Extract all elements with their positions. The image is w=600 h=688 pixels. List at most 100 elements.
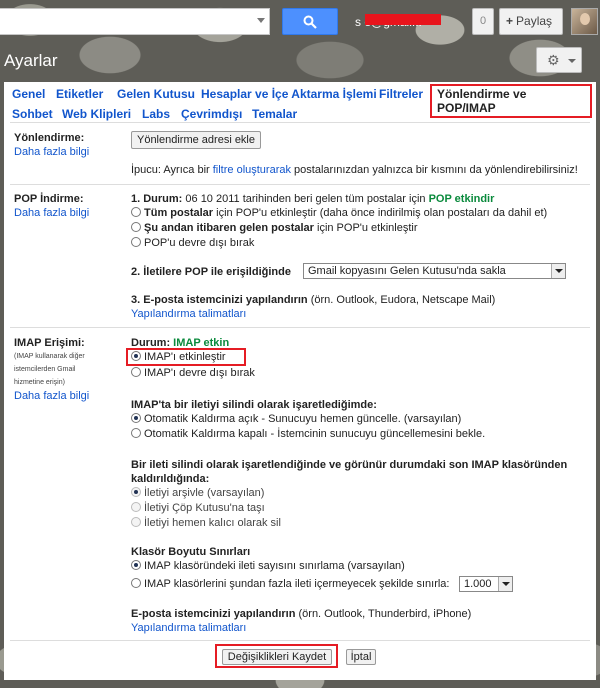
limit-label: IMAP klasörlerini şundan fazla ileti içe… (144, 578, 450, 590)
limit-select[interactable]: 1.000 (459, 576, 513, 592)
pop-status-prefix: 1. Durum: (131, 193, 183, 205)
page-title: Ayarlar (4, 51, 58, 70)
imap-delete-heading: IMAP'ta bir iletiyi silindi olarak işare… (131, 399, 377, 411)
settings-gear-button[interactable]: ⚙ (536, 47, 582, 73)
no-limit-option[interactable]: IMAP klasöründeki ileti sayısını sınırla… (131, 560, 405, 572)
delete-forever-option[interactable]: İletiyi hemen kalıcı olarak sil (131, 517, 281, 529)
auto-expunge-off-option[interactable]: Otomatik Kaldırma kapalı - İstemcinin su… (131, 428, 485, 440)
delete-forever-label: İletiyi hemen kalıcı olarak sil (144, 517, 281, 529)
auto-expunge-on-option[interactable]: Otomatik Kaldırma açık - Sunucuyu hemen … (131, 413, 461, 425)
radio-icon[interactable] (131, 560, 141, 570)
imap-enable-label: IMAP'ı etkinleştir (144, 351, 226, 363)
tab-labels[interactable]: Etiketler (56, 87, 103, 101)
tab-general[interactable]: Genel (12, 87, 45, 101)
trash-option[interactable]: İletiyi Çöp Kutusu'na taşı (131, 502, 265, 514)
tab-chat[interactable]: Sohbet (12, 107, 53, 121)
pop-status: 1. Durum: 06 10 2011 tarihinden beri gel… (131, 193, 494, 205)
divider (10, 122, 590, 123)
radio-icon[interactable] (131, 207, 141, 217)
pop-step3: 3. E-posta istemcinizi yapılandırın (örn… (131, 294, 495, 306)
share-button[interactable]: + Paylaş (499, 8, 563, 35)
tab-offline[interactable]: Çevrimdışı (181, 107, 242, 121)
tab-labs[interactable]: Labs (142, 107, 170, 121)
radio-icon[interactable] (131, 517, 141, 527)
pop-opt1-bold: Tüm postalar (144, 207, 214, 219)
archive-option[interactable]: İletiyi arşivle (varsayılan) (131, 487, 264, 499)
no-limit-label: IMAP klasöründeki ileti sayısını sınırla… (144, 560, 405, 572)
imap-client-hint: (örn. Outlook, Thunderbird, iPhone) (295, 608, 472, 620)
radio-icon[interactable] (131, 237, 141, 247)
avatar[interactable] (571, 8, 598, 35)
radio-icon[interactable] (131, 487, 141, 497)
radio-icon[interactable] (131, 413, 141, 423)
archive-label: İletiyi arşivle (varsayılan) (144, 487, 265, 499)
radio-icon[interactable] (131, 222, 141, 232)
pop-opt1-rest: için POP'u etkinleştir (daha önce indiri… (213, 207, 548, 219)
imap-disable-label: IMAP'ı devre dışı bırak (144, 367, 255, 379)
divider (10, 184, 590, 185)
pop-step3-hint: (örn. Outlook, Eudora, Netscape Mail) (307, 294, 496, 306)
radio-icon[interactable] (131, 502, 141, 512)
tab-inbox[interactable]: Gelen Kutusu (117, 87, 195, 101)
gear-icon: ⚙ (547, 52, 560, 68)
expunge-heading-line1: Bir ileti silindi olarak işaretlendiğind… (131, 459, 568, 471)
imap-note-2: istemcilerden Gmail (14, 366, 76, 373)
tab-filters[interactable]: Filtreler (379, 87, 423, 101)
save-changes-button[interactable]: Değişiklikleri Kaydet (222, 649, 332, 665)
pop-option-all[interactable]: Tüm postalar için POP'u etkinleştir (dah… (131, 207, 547, 219)
pop-opt2-bold: Şu andan itibaren gelen postalar (144, 222, 314, 234)
chevron-down-icon (551, 264, 565, 278)
imap-enable-option[interactable]: IMAP'ı etkinleştir (131, 351, 226, 363)
tab-accounts[interactable]: Hesaplar ve İçe Aktarma İşlemi (201, 87, 377, 101)
tab-themes[interactable]: Temalar (252, 107, 297, 121)
plus-icon: + (506, 14, 514, 28)
share-label: Paylaş (516, 14, 553, 28)
tab-web-clips[interactable]: Web Klipleri (62, 107, 131, 121)
radio-icon[interactable] (131, 428, 141, 438)
redaction-bar (365, 14, 441, 25)
divider (10, 327, 590, 328)
radio-icon[interactable] (131, 367, 141, 377)
limit-value: 1.000 (464, 578, 492, 590)
tip-suffix: postalarınızdan yalnızca bir kısmını da … (291, 164, 578, 176)
trash-label: İletiyi Çöp Kutusu'na taşı (144, 502, 265, 514)
pop-option-disable[interactable]: POP'u devre dışı bırak (131, 237, 254, 249)
tip-prefix: İpucu: Ayrıca bir (131, 164, 213, 176)
pop-label: POP İndirme: (14, 193, 84, 205)
forwarding-learn-more[interactable]: Daha fazla bilgi (14, 146, 89, 158)
notification-count[interactable]: 0 (472, 8, 494, 35)
search-button[interactable] (282, 8, 338, 35)
imap-disable-option[interactable]: IMAP'ı devre dışı bırak (131, 367, 255, 379)
radio-icon[interactable] (131, 351, 141, 361)
tab-forwarding-pop-imap[interactable]: Yönlendirme ve POP/IMAP (430, 84, 592, 118)
top-bar: s e@gmail... 0 +Paylaş (0, 0, 600, 44)
pop-action-select[interactable]: Gmail kopyasını Gelen Kutusu'nda sakla (303, 263, 566, 279)
imap-config-link[interactable]: Yapılandırma talimatları (131, 622, 246, 634)
expunge-heading-line2: kaldırıldığında: (131, 473, 210, 485)
pop-action-value: Gmail kopyasını Gelen Kutusu'nda sakla (308, 265, 506, 277)
search-dropdown-icon[interactable] (257, 18, 265, 23)
pop-opt3: POP'u devre dışı bırak (144, 237, 255, 249)
imap-client-config: E-posta istemcinizi yapılandırın (örn. O… (131, 608, 471, 620)
pop-option-from-now[interactable]: Şu andan itibaren gelen postalar için PO… (131, 222, 418, 234)
radio-icon[interactable] (131, 578, 141, 588)
chevron-down-icon (498, 577, 512, 591)
folder-limit-heading: Klasör Boyutu Sınırları (131, 546, 251, 558)
imap-learn-more[interactable]: Daha fazla bilgi (14, 390, 89, 402)
auto-off-label: Otomatik Kaldırma kapalı - İstemcinin su… (144, 428, 486, 440)
search-input[interactable] (0, 8, 270, 35)
cancel-button[interactable]: İptal (346, 649, 376, 665)
imap-note-3: hizmetine erişin) (14, 379, 65, 386)
forwarding-label: Yönlendirme: (14, 132, 85, 144)
create-filter-link[interactable]: filtre oluşturarak (213, 164, 291, 176)
pop-learn-more[interactable]: Daha fazla bilgi (14, 207, 89, 219)
settings-panel: Genel Etiketler Gelen Kutusu Hesaplar ve… (4, 82, 596, 680)
pop-status-value: POP etkindir (428, 193, 495, 205)
limit-option[interactable]: IMAP klasörlerini şundan fazla ileti içe… (131, 578, 449, 590)
add-forwarding-address-button[interactable]: Yönlendirme adresi ekle (131, 131, 261, 149)
pop-config-link[interactable]: Yapılandırma talimatları (131, 308, 246, 320)
auto-on-label: Otomatik Kaldırma açık - Sunucuyu hemen … (144, 413, 462, 425)
imap-label: IMAP Erişimi: (14, 337, 85, 349)
chevron-down-icon (568, 59, 576, 63)
pop-step3-label: 3. E-posta istemcinizi yapılandırın (131, 294, 308, 306)
